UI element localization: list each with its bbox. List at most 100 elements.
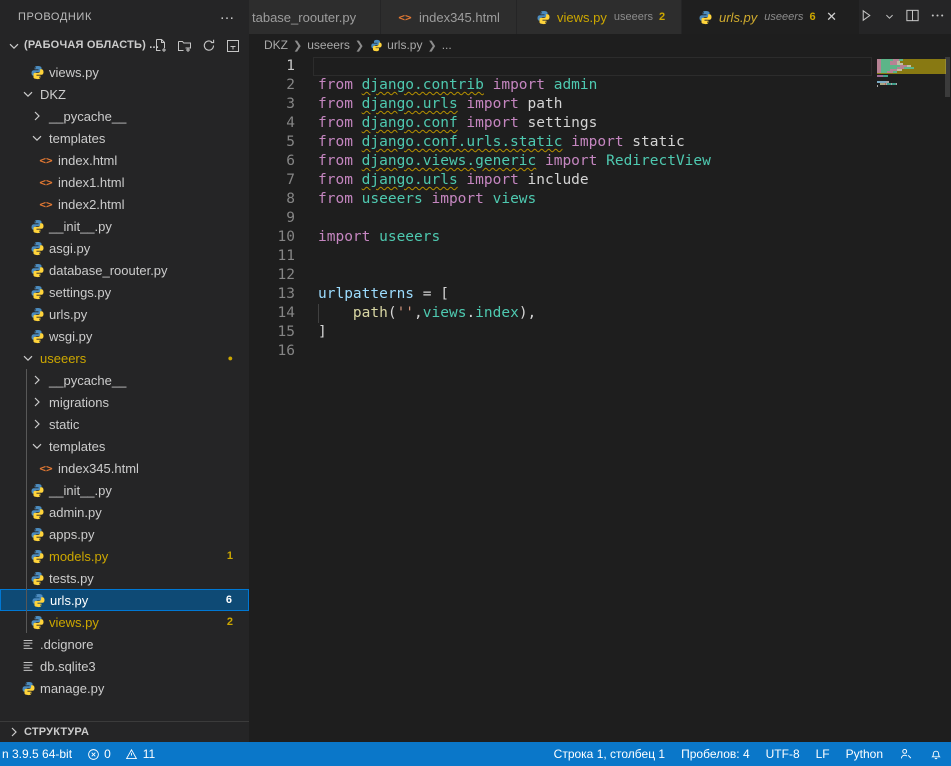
more-actions-icon[interactable] [930,8,945,28]
code-line[interactable]: 11 [249,247,951,266]
status-language-mode[interactable]: Python [846,747,883,761]
chevron-down-icon[interactable] [884,9,895,27]
tree-item-index1-html[interactable]: <>index1.html [0,171,249,193]
status-notifications[interactable] [929,747,943,761]
code-line[interactable]: 1 [249,57,951,76]
workspace-section-header[interactable]: (РАБОЧАЯ ОБЛАСТЬ) ... [0,35,249,57]
run-icon[interactable] [859,8,874,28]
status-warning-count[interactable]: 11 [125,747,155,761]
tree-item-templates[interactable]: templates [0,435,249,457]
tree-item-templates[interactable]: templates [0,127,249,149]
tree-item-models-py[interactable]: models.py1 [0,545,249,567]
split-editor-icon[interactable] [905,8,920,28]
chevron-down-icon[interactable] [6,38,22,54]
code-line[interactable]: 2from django.contrib import admin [249,76,951,95]
tree-item-pycache[interactable]: __pycache__ [0,105,249,127]
code-line[interactable]: 6from django.views.generic import Redire… [249,152,951,171]
file-lines-icon [20,636,36,652]
tree-item-dkz[interactable]: DKZ [0,83,249,105]
tree-item-apps-py[interactable]: apps.py [0,523,249,545]
tree-item-database-roouter-py[interactable]: database_roouter.py [0,259,249,281]
tree-item-dcignore[interactable]: .dcignore [0,633,249,655]
tab-label: urls.py [719,10,757,25]
chevron-right-icon[interactable] [29,416,45,432]
tab-index345-html[interactable]: <> index345.html [381,0,517,34]
line-number: 11 [249,247,295,266]
tree-item-db-sqlite3[interactable]: db.sqlite3 [0,655,249,677]
chevron-right-icon[interactable] [29,394,45,410]
chevron-right-icon[interactable] [29,108,45,124]
tree-item-migrations[interactable]: migrations [0,391,249,413]
chevron-down-icon[interactable] [29,438,45,454]
code-line[interactable]: 4from django.conf import settings [249,114,951,133]
chevron-down-icon[interactable] [29,130,45,146]
tree-item-useeers[interactable]: useeers● [0,347,249,369]
status-error-count[interactable]: 0 [86,747,111,761]
code-line[interactable]: 12 [249,266,951,285]
tree-item-views-py[interactable]: views.py2 [0,611,249,633]
status-live-share[interactable] [899,747,913,761]
status-label: n 3.9.5 64-bit [2,747,72,761]
status-indentation[interactable]: Пробелов: 4 [681,747,750,761]
tree-item-urls-py[interactable]: urls.py [0,303,249,325]
new-folder-icon[interactable] [177,38,193,54]
breadcrumb-item-symbol[interactable]: ... [442,38,452,52]
tree-item-init-py[interactable]: __init__.py [0,479,249,501]
explorer-more-actions-icon[interactable]: … [216,5,238,27]
tree-item-index2-html[interactable]: <>index2.html [0,193,249,215]
tree-item-index345-html[interactable]: <>index345.html [0,457,249,479]
tree-item-manage-py[interactable]: manage.py [0,677,249,699]
file-tree[interactable]: views.pyDKZ__pycache__templates<>index.h… [0,61,249,699]
new-file-icon[interactable] [153,38,169,54]
tree-item-pycache[interactable]: __pycache__ [0,369,249,391]
status-cursor-position[interactable]: Строка 1, столбец 1 [554,747,665,761]
status-eol[interactable]: LF [816,747,830,761]
code-line[interactable]: 7from django.urls import include [249,171,951,190]
tree-item-wsgi-py[interactable]: wsgi.py [0,325,249,347]
status-python-interpreter[interactable]: n 3.9.5 64-bit [2,747,72,761]
code-line[interactable]: 9 [249,209,951,228]
code-line[interactable]: 16 [249,342,951,361]
status-encoding[interactable]: UTF-8 [766,747,800,761]
python-icon [29,218,45,234]
tree-item-tests-py[interactable]: tests.py [0,567,249,589]
code-line[interactable]: 3from django.urls import path [249,95,951,114]
code-line[interactable]: 13urlpatterns = [ [249,285,951,304]
tab-urls-py[interactable]: urls.py useeers 6 ✕ [682,0,860,34]
code-editor[interactable]: 12from django.contrib import admin3from … [249,56,951,742]
code-line[interactable]: 15] [249,323,951,342]
refresh-icon[interactable] [201,38,217,54]
code-lines[interactable]: 12from django.contrib import admin3from … [249,57,951,361]
chevron-right-icon[interactable] [6,724,22,740]
breadcrumb[interactable]: DKZ ❯ useeers ❯ urls.py ❯ ... [249,34,951,56]
breadcrumb-item-file[interactable]: urls.py [387,38,422,52]
code-text: from django.conf.urls.static import stat… [318,133,685,152]
code-token: ), [519,305,536,321]
code-text: from django.views.generic import Redirec… [318,152,711,171]
code-line[interactable]: 14 path('',views.index), [249,304,951,323]
tree-item-urls-py[interactable]: urls.py6 [0,589,249,611]
chevron-down-icon[interactable] [20,350,36,366]
tree-item-settings-py[interactable]: settings.py [0,281,249,303]
code-line[interactable]: 8from useeers import views [249,190,951,209]
minimap[interactable] [875,57,947,177]
close-icon[interactable]: ✕ [824,9,840,25]
collapse-all-icon[interactable] [225,38,241,54]
code-token: index [475,305,519,321]
tree-item-admin-py[interactable]: admin.py [0,501,249,523]
tree-item-asgi-py[interactable]: asgi.py [0,237,249,259]
tree-item-init-py[interactable]: __init__.py [0,215,249,237]
breadcrumb-item-dkz[interactable]: DKZ [264,38,288,52]
tree-item-views-py[interactable]: views.py [0,61,249,83]
tree-item-static[interactable]: static [0,413,249,435]
outline-section-header[interactable]: СТРУКТУРА [0,721,249,742]
tree-item-index-html[interactable]: <>index.html [0,149,249,171]
chevron-down-icon[interactable] [20,86,36,102]
code-line[interactable]: 5from django.conf.urls.static import sta… [249,133,951,152]
minimap-slider[interactable] [945,57,950,97]
tab-database-roouter[interactable]: tabase_roouter.py [249,0,381,34]
tab-views-py[interactable]: views.py useeers 2 [517,0,682,34]
breadcrumb-item-useeers[interactable]: useeers [307,38,350,52]
code-line[interactable]: 10import useeers [249,228,951,247]
chevron-right-icon[interactable] [29,372,45,388]
